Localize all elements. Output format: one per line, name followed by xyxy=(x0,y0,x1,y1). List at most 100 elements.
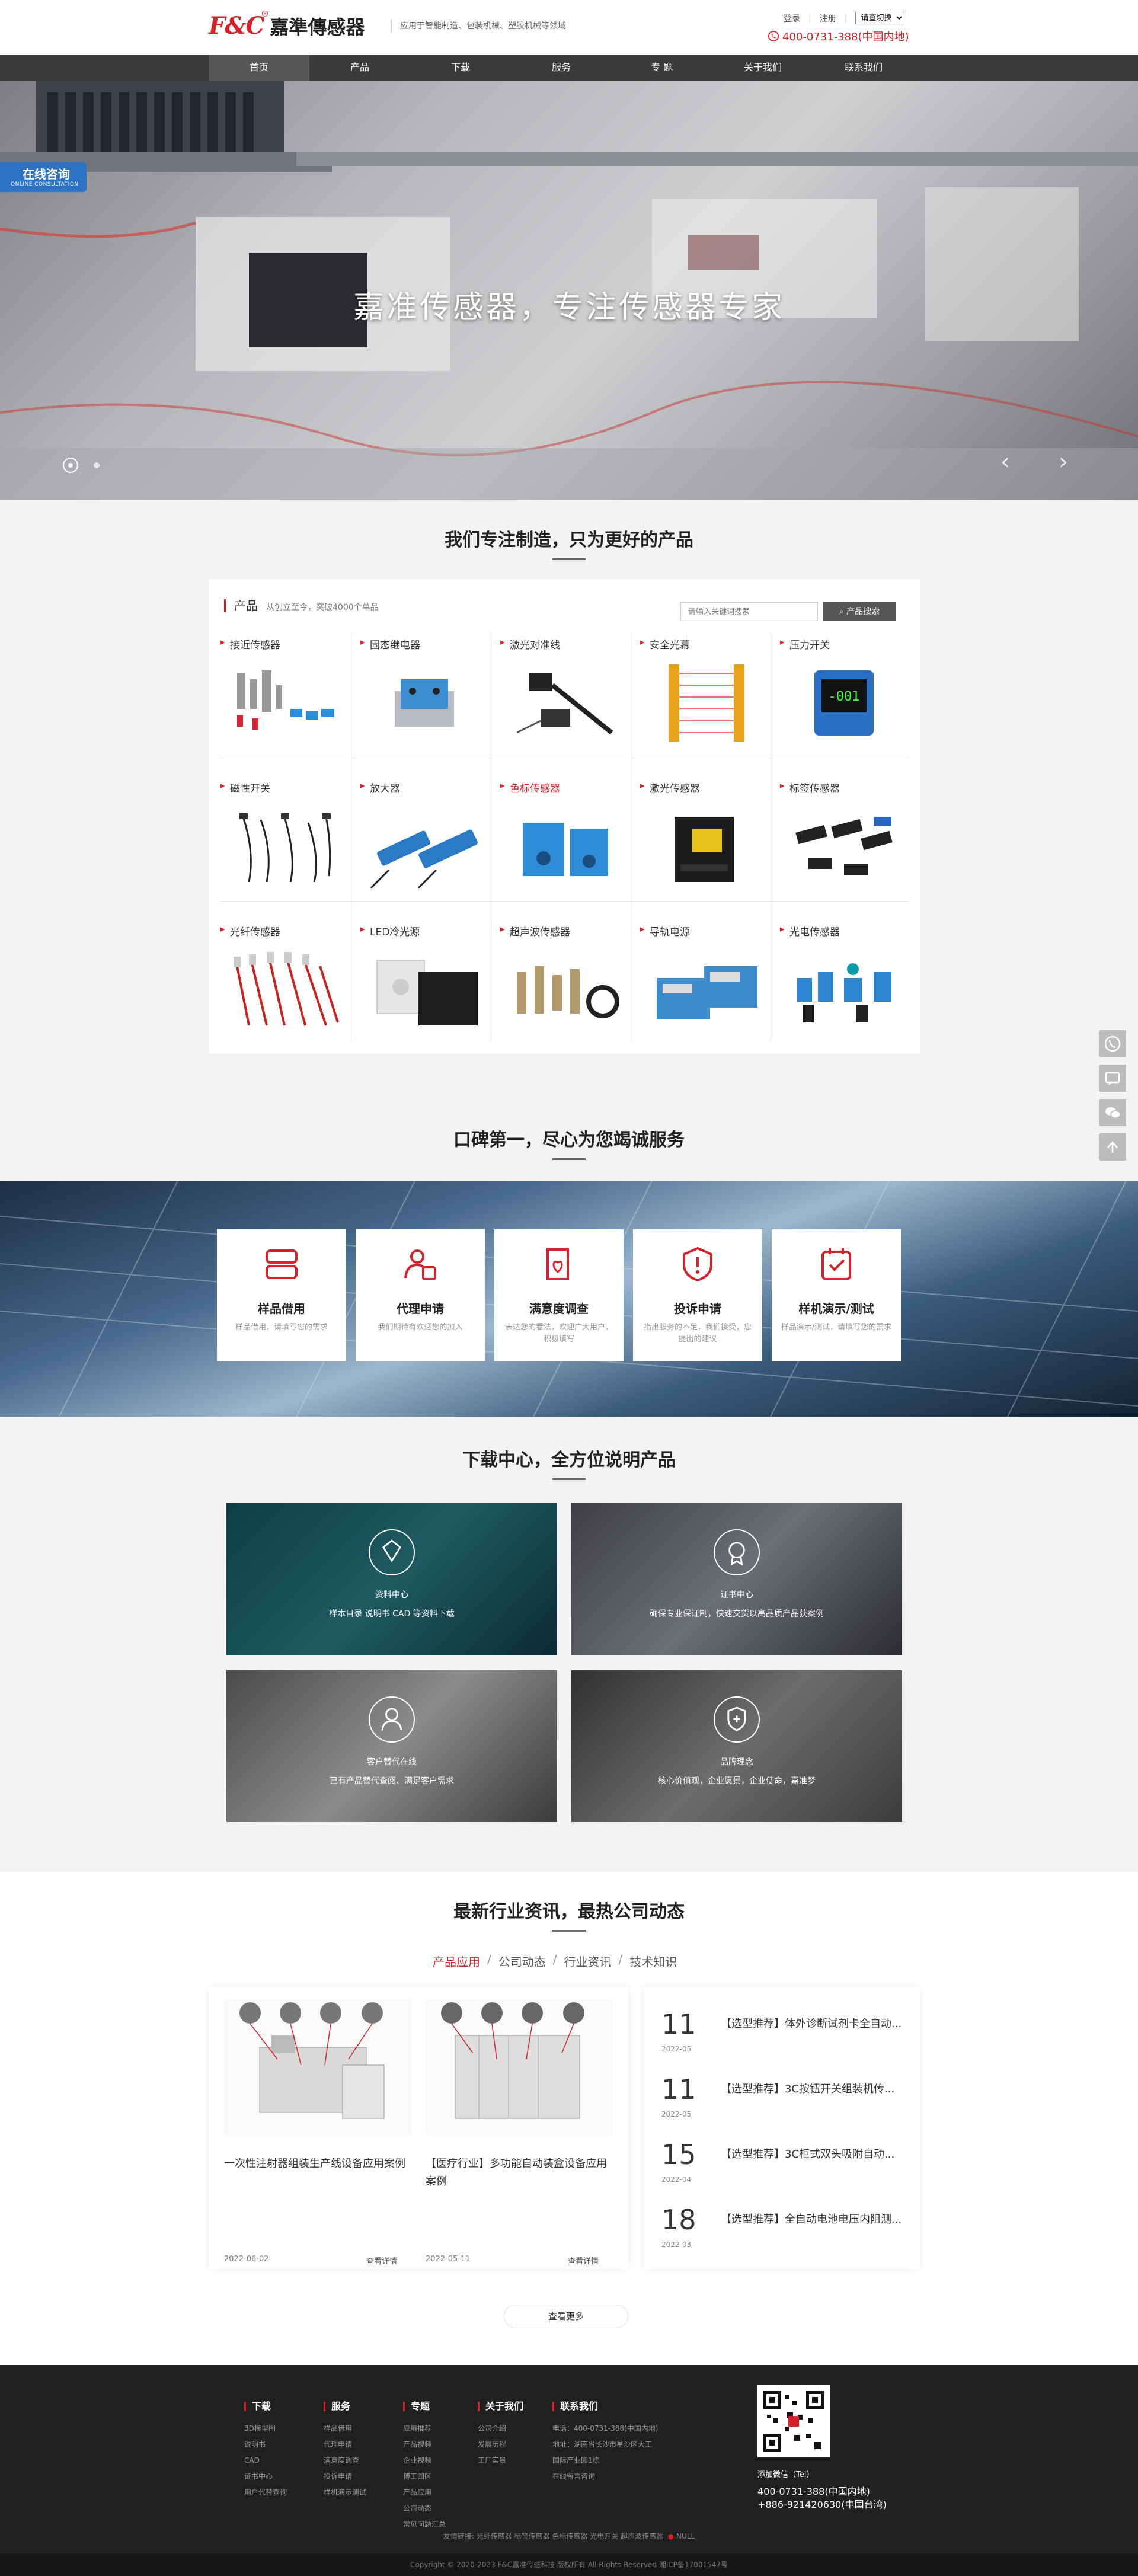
footer-link[interactable]: 说明书 xyxy=(244,2437,287,2453)
header-user-links: 登录 | 注册 | 请查切换 xyxy=(784,12,905,24)
footer-link[interactable]: 投诉申请 xyxy=(324,2469,366,2485)
download-card-customer[interactable]: 客户替代在线 已有产品替代查阅、满足客户需求 xyxy=(226,1670,557,1822)
service-card-demo[interactable]: 样机演示/测试 样品演示/测试，请填写您的需求 xyxy=(772,1229,901,1361)
footer-column-title: 联系我们 xyxy=(552,2402,658,2411)
product-item-fiber-sensor[interactable]: 光纤传感器 xyxy=(211,920,351,1062)
product-item-amplifier[interactable]: 放大器 xyxy=(351,776,491,919)
footer-link[interactable]: 工厂实景 xyxy=(478,2453,523,2469)
login-link[interactable]: 登录 xyxy=(784,12,800,24)
news-list-item[interactable]: 11 2022-05 【选型推荐】体外诊断试剂卡全自动... xyxy=(661,2008,910,2073)
tab-company-news[interactable]: 公司动态 xyxy=(498,1952,546,1970)
language-select[interactable]: 请查切换 xyxy=(855,12,905,24)
news-card-more-link[interactable]: 查看详情 xyxy=(366,2255,397,2266)
footer-link[interactable]: 发展历程 xyxy=(478,2437,523,2453)
product-item-pressure-switch[interactable]: 压力开关 -001 xyxy=(771,633,910,775)
product-item-magnetic-switch[interactable]: 磁性开关 xyxy=(211,776,351,919)
services-section-title: 口碑第一，尽心为您竭诚服务 xyxy=(453,1130,685,1150)
nav-item-products[interactable]: 产品 xyxy=(309,55,410,81)
service-card-agent[interactable]: 代理申请 我们期待有欢迎您的加入 xyxy=(356,1229,485,1361)
news-card-date: 2022-05-11 xyxy=(426,2255,471,2264)
service-card-complaint[interactable]: 投诉申请 指出服务的不足，我们接受，您提出的建议 xyxy=(633,1229,762,1361)
police-record[interactable]: NULL xyxy=(676,2532,695,2540)
footer-link[interactable]: 产品视频 xyxy=(403,2437,446,2453)
nav-item-home[interactable]: 首页 xyxy=(209,55,309,81)
download-card-brand[interactable]: 品牌理念 核心价值观，企业愿景，企业使命，嘉准梦 xyxy=(571,1670,902,1822)
footer-link[interactable]: CAD xyxy=(244,2453,287,2469)
product-item-ultrasonic-sensor[interactable]: 超声波传感器 xyxy=(491,920,631,1062)
side-back-to-top-button[interactable] xyxy=(1099,1133,1126,1161)
news-list-item[interactable]: 15 2022-04 【选型推荐】3C柜式双头吸附自动... xyxy=(661,2139,910,2204)
section-underline xyxy=(552,1478,586,1480)
download-card-certificates[interactable]: 证书中心 确保专业保证制，快速交货以高品质产品获案例 xyxy=(571,1503,902,1655)
product-item-photoelectric-sensor[interactable]: 光电传感器 xyxy=(771,920,910,1062)
register-link[interactable]: 注册 xyxy=(820,12,836,24)
footer-link[interactable]: 用户代替查询 xyxy=(244,2485,287,2501)
footer-link[interactable]: 满意度调查 xyxy=(324,2453,366,2469)
footer-link[interactable]: 地址：湖南省长沙市星沙区大工 xyxy=(552,2437,658,2453)
footer-link[interactable]: 常见问题汇总 xyxy=(403,2517,446,2533)
view-more-button[interactable]: 查看更多 xyxy=(504,2305,628,2328)
news-card-more-link[interactable]: 查看详情 xyxy=(568,2255,599,2266)
footer-link[interactable]: 产品应用 xyxy=(403,2485,446,2501)
footer-link[interactable]: 应用推荐 xyxy=(403,2421,446,2437)
news-card-title: 一次性注射器组装生产线设备应用案例 xyxy=(224,2158,405,2170)
nav-item-service[interactable]: 服务 xyxy=(511,55,612,81)
product-item-label-sensor[interactable]: 标签传感器 xyxy=(771,776,910,919)
product-item-laser-alignment[interactable]: 激光对准线 xyxy=(491,633,631,775)
side-message-button[interactable] xyxy=(1099,1065,1126,1092)
footer-link[interactable]: 企业视频 xyxy=(403,2453,446,2469)
product-label: 标签传感器 xyxy=(780,780,840,795)
nav-item-about[interactable]: 关于我们 xyxy=(712,55,813,81)
product-search-input[interactable] xyxy=(680,602,818,621)
friend-links-text[interactable]: 友情链接: 光纤传感器 标签传感器 色标传感器 光电开关 超声波传感器 xyxy=(443,2532,663,2540)
online-consult-button[interactable]: 在线咨询 ONLINE CONSULTATION xyxy=(0,162,87,192)
download-desc: 核心价值观，企业愿景，企业使命，嘉准梦 xyxy=(658,1776,816,1786)
news-section-title: 最新行业资讯，最热公司动态 xyxy=(453,1901,685,1922)
hero-banner[interactable]: 嘉准传感器，专注传感器专家 在线咨询 ONLINE CONSULTATION ‹… xyxy=(0,81,1138,500)
certificate-icon xyxy=(714,1529,760,1575)
footer-link[interactable]: 样机演示测试 xyxy=(324,2485,366,2501)
product-item-color-mark-sensor[interactable]: 色标传感器 xyxy=(491,776,631,919)
tab-tech-knowledge[interactable]: 技术知识 xyxy=(629,1952,677,1970)
product-search-button[interactable]: ⌕ 产品搜索 xyxy=(823,602,896,621)
service-card-survey[interactable]: 满意度调查 表达您的看法，欢迎广大用户，积极填写 xyxy=(494,1229,624,1361)
product-item-laser-sensor[interactable]: 激光传感器 xyxy=(631,776,771,919)
carousel-dot[interactable] xyxy=(94,462,100,468)
product-item-proximity-sensor[interactable]: 接近传感器 xyxy=(211,633,351,775)
footer-link[interactable]: 国际产业园1栋 xyxy=(552,2453,658,2469)
site-logo[interactable]: F&C ® 嘉準傳感器 xyxy=(209,9,365,40)
product-item-led-light-source[interactable]: LED冷光源 xyxy=(351,920,491,1062)
footer-link[interactable]: 电话：400-0731-388(中国内地) xyxy=(552,2421,658,2437)
tab-industry-news[interactable]: 行业资讯 xyxy=(564,1952,612,1970)
carousel-prev-icon[interactable]: ‹ xyxy=(1000,448,1010,475)
phone-icon xyxy=(768,31,779,41)
footer-link[interactable]: 样品借用 xyxy=(324,2421,366,2437)
footer-link[interactable]: 公司介绍 xyxy=(478,2421,523,2437)
nav-item-download[interactable]: 下载 xyxy=(410,55,511,81)
carousel-next-icon[interactable]: › xyxy=(1059,448,1068,475)
news-list-item[interactable]: 18 2022-03 【选型推荐】全自动电池电压内阻测... xyxy=(661,2204,910,2269)
product-item-safety-light-curtain[interactable]: 安全光幕 xyxy=(631,633,771,775)
product-item-din-rail-power[interactable]: 导轨电源 xyxy=(631,920,771,1062)
news-list-item[interactable]: 11 2022-05 【选型推荐】3C按钮开关组装机传... xyxy=(661,2073,910,2139)
news-day: 18 xyxy=(661,2204,696,2236)
carousel-dot-active[interactable] xyxy=(63,458,78,473)
label-sensor-photo xyxy=(795,817,893,875)
footer-link[interactable]: 公司动态 xyxy=(403,2501,446,2517)
side-wechat-button[interactable] xyxy=(1099,1099,1126,1126)
download-card-documents[interactable]: 资料中心 样本目录 说明书 CAD 等资料下载 xyxy=(226,1503,557,1655)
footer-link[interactable]: 证书中心 xyxy=(244,2469,287,2485)
side-phone-button[interactable] xyxy=(1099,1030,1126,1057)
footer-link[interactable]: 在线留言咨询 xyxy=(552,2469,658,2485)
footer-link[interactable]: 代理申请 xyxy=(324,2437,366,2453)
main-nav: 首页 产品 下载 服务 专 题 关于我们 联系我们 xyxy=(0,55,1138,81)
product-label: 磁性开关 xyxy=(220,780,270,795)
site-header: F&C ® 嘉準傳感器 应用于智能制造、包装机械、塑胶机械等领域 登录 | 注册… xyxy=(0,0,1138,55)
tab-product-application[interactable]: 产品应用 xyxy=(433,1952,480,1970)
service-card-sample[interactable]: 样品借用 样品借用，请填写您的需求 xyxy=(217,1229,346,1361)
nav-item-topics[interactable]: 专 题 xyxy=(612,55,712,81)
footer-link[interactable]: 博工园区 xyxy=(403,2469,446,2485)
nav-item-contact[interactable]: 联系我们 xyxy=(813,55,914,81)
footer-link[interactable]: 3D模型图 xyxy=(244,2421,287,2437)
product-item-solid-state-relay[interactable]: 固态继电器 xyxy=(351,633,491,775)
